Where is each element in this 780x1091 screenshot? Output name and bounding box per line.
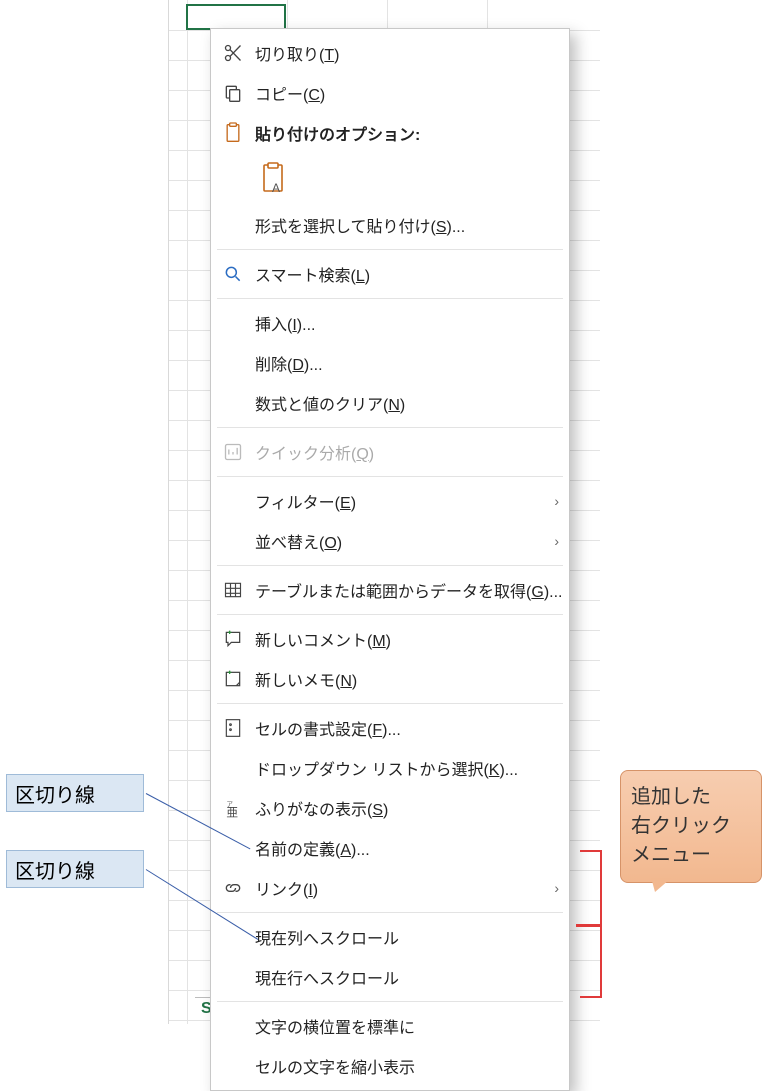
separator xyxy=(217,476,563,477)
chevron-right-icon: › xyxy=(554,880,559,896)
menu-quick-analysis: クイック分析(Q) xyxy=(211,432,569,472)
separator-custom-top xyxy=(217,912,563,913)
svg-text:亜: 亜 xyxy=(226,806,238,818)
menu-cut-label: 切り取り(T) xyxy=(255,41,555,65)
copy-icon xyxy=(221,81,245,105)
menu-custom-scroll-row[interactable]: 現在行へスクロール xyxy=(211,957,569,997)
furigana-icon: ア亜 xyxy=(221,796,245,820)
separator xyxy=(217,614,563,615)
menu-copy[interactable]: コピー(C) xyxy=(211,73,569,113)
annotation-separator-label-2: 区切り線 xyxy=(6,850,144,888)
menu-paste-special-label: 形式を選択して貼り付け(S)... xyxy=(255,213,555,237)
menu-link[interactable]: リンク(I) › xyxy=(211,868,569,908)
format-cells-icon xyxy=(221,716,245,740)
menu-new-comment[interactable]: 新しいコメント(M) xyxy=(211,619,569,659)
separator xyxy=(217,427,563,428)
menu-custom-align-std[interactable]: 文字の横位置を標準に xyxy=(211,1006,569,1046)
menu-format-cells[interactable]: セルの書式設定(F)... xyxy=(211,708,569,748)
annotation-separator-label-1: 区切り線 xyxy=(6,774,144,812)
menu-filter[interactable]: フィルター(E) › xyxy=(211,481,569,521)
paste-options-row: A xyxy=(211,153,569,205)
menu-get-data[interactable]: テーブルまたは範囲からデータを取得(G)... xyxy=(211,570,569,610)
quick-analysis-icon xyxy=(221,440,245,464)
note-icon xyxy=(221,667,245,691)
separator xyxy=(217,298,563,299)
paste-icon xyxy=(221,121,245,145)
context-menu: 切り取り(T) コピー(C) 貼り付けのオプション: A 形式を選択して貼り付け… xyxy=(210,28,570,1091)
menu-smart-lookup[interactable]: スマート検索(L) xyxy=(211,254,569,294)
search-icon xyxy=(221,262,245,286)
chevron-right-icon: › xyxy=(554,493,559,509)
menu-furigana[interactable]: ア亜 ふりがなの表示(S) xyxy=(211,788,569,828)
svg-text:A: A xyxy=(272,181,280,195)
menu-delete[interactable]: 削除(D)... xyxy=(211,343,569,383)
menu-define-name[interactable]: 名前の定義(A)... xyxy=(211,828,569,868)
separator xyxy=(217,565,563,566)
menu-sort[interactable]: 並べ替え(O) › xyxy=(211,521,569,561)
separator xyxy=(217,703,563,704)
link-icon xyxy=(221,876,245,900)
separator xyxy=(217,249,563,250)
menu-paste-options-label: 貼り付けのオプション: xyxy=(255,121,555,145)
comment-icon xyxy=(221,627,245,651)
menu-paste-special[interactable]: 形式を選択して貼り付け(S)... xyxy=(211,205,569,245)
table-icon xyxy=(221,578,245,602)
bracket-annotation xyxy=(580,850,602,998)
active-cell[interactable] xyxy=(186,4,286,30)
menu-paste-options[interactable]: 貼り付けのオプション: xyxy=(211,113,569,153)
menu-pick-from-list[interactable]: ドロップダウン リストから選択(K)... xyxy=(211,748,569,788)
menu-insert[interactable]: 挿入(I)... xyxy=(211,303,569,343)
menu-copy-label: コピー(C) xyxy=(255,81,555,105)
menu-clear[interactable]: 数式と値のクリア(N) xyxy=(211,383,569,423)
scissors-icon xyxy=(221,41,245,65)
chevron-right-icon: › xyxy=(554,533,559,549)
menu-custom-scroll-col[interactable]: 現在列へスクロール xyxy=(211,917,569,957)
paste-default-button[interactable]: A xyxy=(255,158,295,200)
menu-custom-shrink-text[interactable]: セルの文字を縮小表示 xyxy=(211,1046,569,1086)
menu-cut[interactable]: 切り取り(T) xyxy=(211,33,569,73)
separator-custom-mid xyxy=(217,1001,563,1002)
menu-new-note[interactable]: 新しいメモ(N) xyxy=(211,659,569,699)
callout-added-menu: 追加した 右クリック メニュー xyxy=(620,770,762,883)
